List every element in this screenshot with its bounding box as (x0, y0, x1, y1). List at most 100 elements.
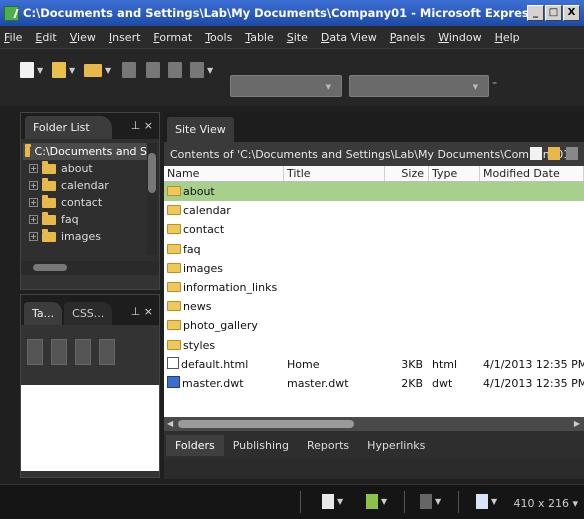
menu-window[interactable]: Window (438, 31, 481, 44)
scroll-left-icon[interactable]: ◀ (167, 419, 173, 428)
column-title[interactable]: Title (284, 166, 385, 181)
maximize-button[interactable]: □ (545, 5, 562, 21)
scroll-thumb[interactable] (178, 420, 354, 428)
tree-item-calendar[interactable]: + calendar (23, 177, 159, 194)
folder-icon (167, 186, 181, 197)
expand-icon[interactable]: + (29, 181, 38, 190)
doctype-button[interactable]: ▼ (476, 494, 497, 509)
tree-item-about[interactable]: + about (23, 160, 159, 177)
menu-view[interactable]: View (70, 31, 96, 44)
chevron-down-icon: ▼ (472, 83, 478, 91)
column-modified-date[interactable]: Modified Date (480, 166, 584, 181)
cell-type-text: html (432, 357, 458, 371)
cell-name-text: information_links (183, 281, 278, 295)
alphabetical-view-icon[interactable] (51, 339, 67, 365)
font-dropdown[interactable]: ▼ (349, 75, 489, 97)
panel-controls[interactable]: ⊥ × (131, 305, 153, 318)
menu-file[interactable]: File (4, 31, 22, 44)
menu-tools[interactable]: Tools (205, 31, 232, 44)
save-button[interactable] (122, 61, 136, 79)
up-folder-icon[interactable] (566, 147, 578, 160)
column-size[interactable]: Size (385, 166, 429, 181)
cell-name-text: photo_gallery (183, 319, 258, 333)
new-page-icon[interactable] (530, 147, 542, 160)
panel-controls[interactable]: ⊥ × (131, 119, 153, 132)
chevron-down-icon: ▼ (491, 497, 498, 506)
tab-css-properties[interactable]: CSS... (64, 302, 113, 325)
open-button[interactable]: ▼ (84, 61, 111, 79)
table-row[interactable]: information_links (164, 278, 584, 297)
scroll-thumb[interactable] (148, 153, 156, 193)
menu-data-view[interactable]: Data View (321, 31, 377, 44)
style-dropdown[interactable]: ▼ (230, 75, 342, 97)
tree-root[interactable]: C:\Documents and S (23, 143, 149, 160)
preview-button[interactable] (168, 61, 182, 79)
new-document-button[interactable]: ▼ (52, 61, 75, 79)
cell-size: 2KB (385, 377, 429, 390)
new-folder-icon[interactable] (548, 147, 560, 160)
tree-item-contact[interactable]: + contact (23, 194, 159, 211)
cell-name-text: about (183, 185, 215, 199)
status-separator (458, 491, 459, 513)
menu-help[interactable]: Help (495, 31, 520, 44)
expand-icon[interactable]: + (29, 198, 38, 207)
table-row[interactable]: default.html Home 3KB html 4/1/2013 12:35 PM (164, 355, 584, 374)
tab-publishing[interactable]: Publishing (224, 435, 298, 456)
tree-item-images[interactable]: + images (23, 228, 159, 245)
toolbar-overflow-icon[interactable]: ₌ (492, 77, 497, 88)
categorized-view-icon[interactable] (27, 339, 43, 365)
expand-icon[interactable]: + (29, 215, 38, 224)
browser-preview-button[interactable]: ▼ (190, 61, 213, 79)
table-row[interactable]: about (164, 182, 584, 202)
horizontal-scrollbar[interactable] (21, 261, 159, 275)
table-row[interactable]: photo_gallery (164, 316, 584, 335)
table-row[interactable]: calendar (164, 201, 584, 220)
page-dimensions[interactable]: 410 x 216 ▾ (513, 497, 578, 510)
tab-hyperlinks[interactable]: Hyperlinks (358, 435, 434, 456)
table-row[interactable]: faq (164, 240, 584, 259)
compatibility-button[interactable]: ▼ (420, 494, 441, 509)
scroll-thumb[interactable] (33, 264, 67, 271)
vertical-scrollbar[interactable] (147, 143, 157, 255)
table-row[interactable]: styles (164, 336, 584, 355)
cell-name: news (164, 300, 284, 313)
close-button[interactable]: X (563, 5, 580, 21)
tag-properties-panel: Ta... CSS... ⊥ × (20, 294, 160, 478)
new-page-button[interactable]: ▼ (20, 61, 43, 79)
cell-name-text: faq (183, 242, 201, 256)
cell-size-text: 2KB (401, 376, 423, 390)
tag-properties-body (21, 385, 159, 471)
tree-item-faq[interactable]: + faq (23, 211, 159, 228)
expand-icon[interactable]: + (29, 164, 38, 173)
table-row[interactable]: news (164, 297, 584, 316)
minimize-button[interactable]: _ (527, 5, 544, 21)
folder-list-tab[interactable]: Folder List (25, 116, 112, 139)
path-toolbar (530, 147, 578, 160)
scroll-right-icon[interactable]: ▶ (574, 419, 580, 428)
menu-insert[interactable]: Insert (109, 31, 141, 44)
tab-tag-properties[interactable]: Ta... (24, 302, 63, 325)
show-set-properties-icon[interactable] (75, 339, 91, 365)
table-row[interactable]: images (164, 259, 584, 278)
table-row[interactable]: master.dwt master.dwt 2KB dwt 4/1/2013 12:35… (164, 374, 584, 393)
column-name[interactable]: Name (164, 166, 284, 181)
column-type[interactable]: Type (429, 166, 480, 181)
tab-reports[interactable]: Reports (298, 435, 358, 456)
tab-folders[interactable]: Folders (166, 434, 224, 456)
tab-site-view[interactable]: Site View (167, 117, 234, 142)
publish-button[interactable] (146, 61, 160, 79)
menu-site[interactable]: Site (287, 31, 308, 44)
status-bar: ▼ ▼ ▼ ▼ 410 x 216 ▾ (0, 484, 584, 519)
horizontal-scrollbar[interactable]: ◀ ▶ (164, 417, 584, 431)
menu-format[interactable]: Format (153, 31, 192, 44)
menu-table[interactable]: Table (245, 31, 273, 44)
document-icon (52, 62, 66, 78)
visual-aids-button[interactable]: ▼ (322, 494, 343, 509)
menu-panels[interactable]: Panels (390, 31, 425, 44)
cell-name: faq (164, 243, 284, 256)
table-row[interactable]: contact (164, 220, 584, 239)
menu-edit[interactable]: Edit (35, 31, 56, 44)
expand-icon[interactable]: + (29, 232, 38, 241)
properties-icon[interactable] (99, 339, 115, 365)
style-application-button[interactable]: ▼ (366, 494, 387, 509)
